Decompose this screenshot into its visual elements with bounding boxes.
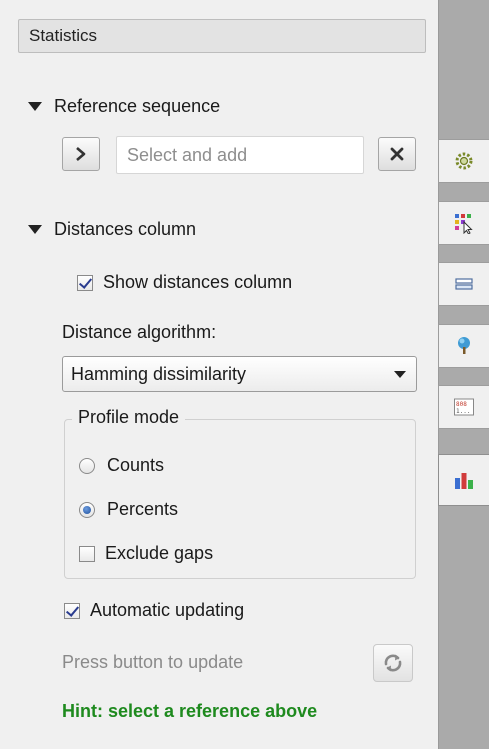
distances-column-label: Distances column	[54, 219, 197, 239]
counts-label: Counts	[107, 455, 165, 475]
dropdown-arrow-icon	[394, 371, 406, 378]
bar-chart-icon	[455, 473, 473, 489]
tab-export[interactable]: 808 1...	[438, 385, 489, 429]
distance-algorithm-select[interactable]: Hamming dissimilarity	[62, 356, 417, 392]
hint-text: Hint: select a reference above	[62, 701, 318, 721]
percents-label: Percents	[107, 499, 179, 519]
distance-algorithm-value: Hamming dissimilarity	[71, 364, 247, 384]
expand-triangle-icon	[28, 225, 42, 234]
distance-algorithm-label: Distance algorithm:	[62, 322, 217, 342]
reference-sequence-input[interactable]: Select and add	[116, 136, 364, 174]
tab-tree-settings[interactable]	[438, 324, 489, 368]
counts-radio-row[interactable]: Counts	[79, 455, 164, 476]
statistics-panel: Statistics Reference sequence Select and…	[0, 0, 438, 749]
exclude-gaps-checkbox[interactable]	[79, 545, 95, 562]
percents-radio-row[interactable]: Percents	[79, 499, 178, 520]
expand-triangle-icon	[28, 102, 42, 111]
side-tab-bar	[438, 0, 489, 749]
tab-statistics[interactable]	[438, 454, 489, 506]
chevron-right-icon	[76, 147, 86, 161]
automatic-updating-checkbox[interactable]	[64, 602, 80, 619]
panel-title: Statistics	[18, 19, 426, 53]
tab-display[interactable]	[438, 262, 489, 306]
tab-highlighting[interactable]	[438, 201, 489, 245]
svg-text:1...: 1...	[456, 408, 470, 415]
automatic-updating-label: Automatic updating	[90, 600, 245, 620]
exclude-gaps-checkbox-row[interactable]: Exclude gaps	[79, 543, 213, 564]
automatic-updating-checkbox-row[interactable]: Automatic updating	[64, 600, 244, 621]
rows-icon	[455, 278, 473, 290]
update-button[interactable]	[373, 644, 413, 682]
svg-text:808: 808	[456, 401, 467, 408]
show-distances-label: Show distances column	[103, 272, 293, 292]
distances-column-header[interactable]: Distances column	[28, 219, 196, 240]
press-button-label: Press button to update	[62, 652, 244, 672]
clear-reference-button[interactable]	[378, 137, 416, 171]
reference-sequence-label: Reference sequence	[54, 96, 221, 116]
percents-radio[interactable]	[79, 501, 95, 518]
reference-sequence-header[interactable]: Reference sequence	[28, 96, 220, 117]
close-icon	[390, 147, 404, 161]
counts-radio[interactable]	[79, 457, 95, 474]
digits-grid-icon: 808 1...	[454, 398, 474, 416]
profile-mode-title: Profile mode	[72, 407, 186, 428]
show-distances-checkbox[interactable]	[77, 274, 93, 291]
gear-icon	[455, 152, 473, 170]
tree-icon	[458, 337, 470, 354]
select-reference-button[interactable]	[62, 137, 100, 171]
color-grid-pointer-icon	[455, 214, 473, 234]
exclude-gaps-label: Exclude gaps	[105, 543, 214, 563]
tab-general-settings[interactable]	[438, 139, 489, 183]
show-distances-checkbox-row[interactable]: Show distances column	[77, 272, 292, 293]
refresh-icon	[384, 654, 402, 672]
